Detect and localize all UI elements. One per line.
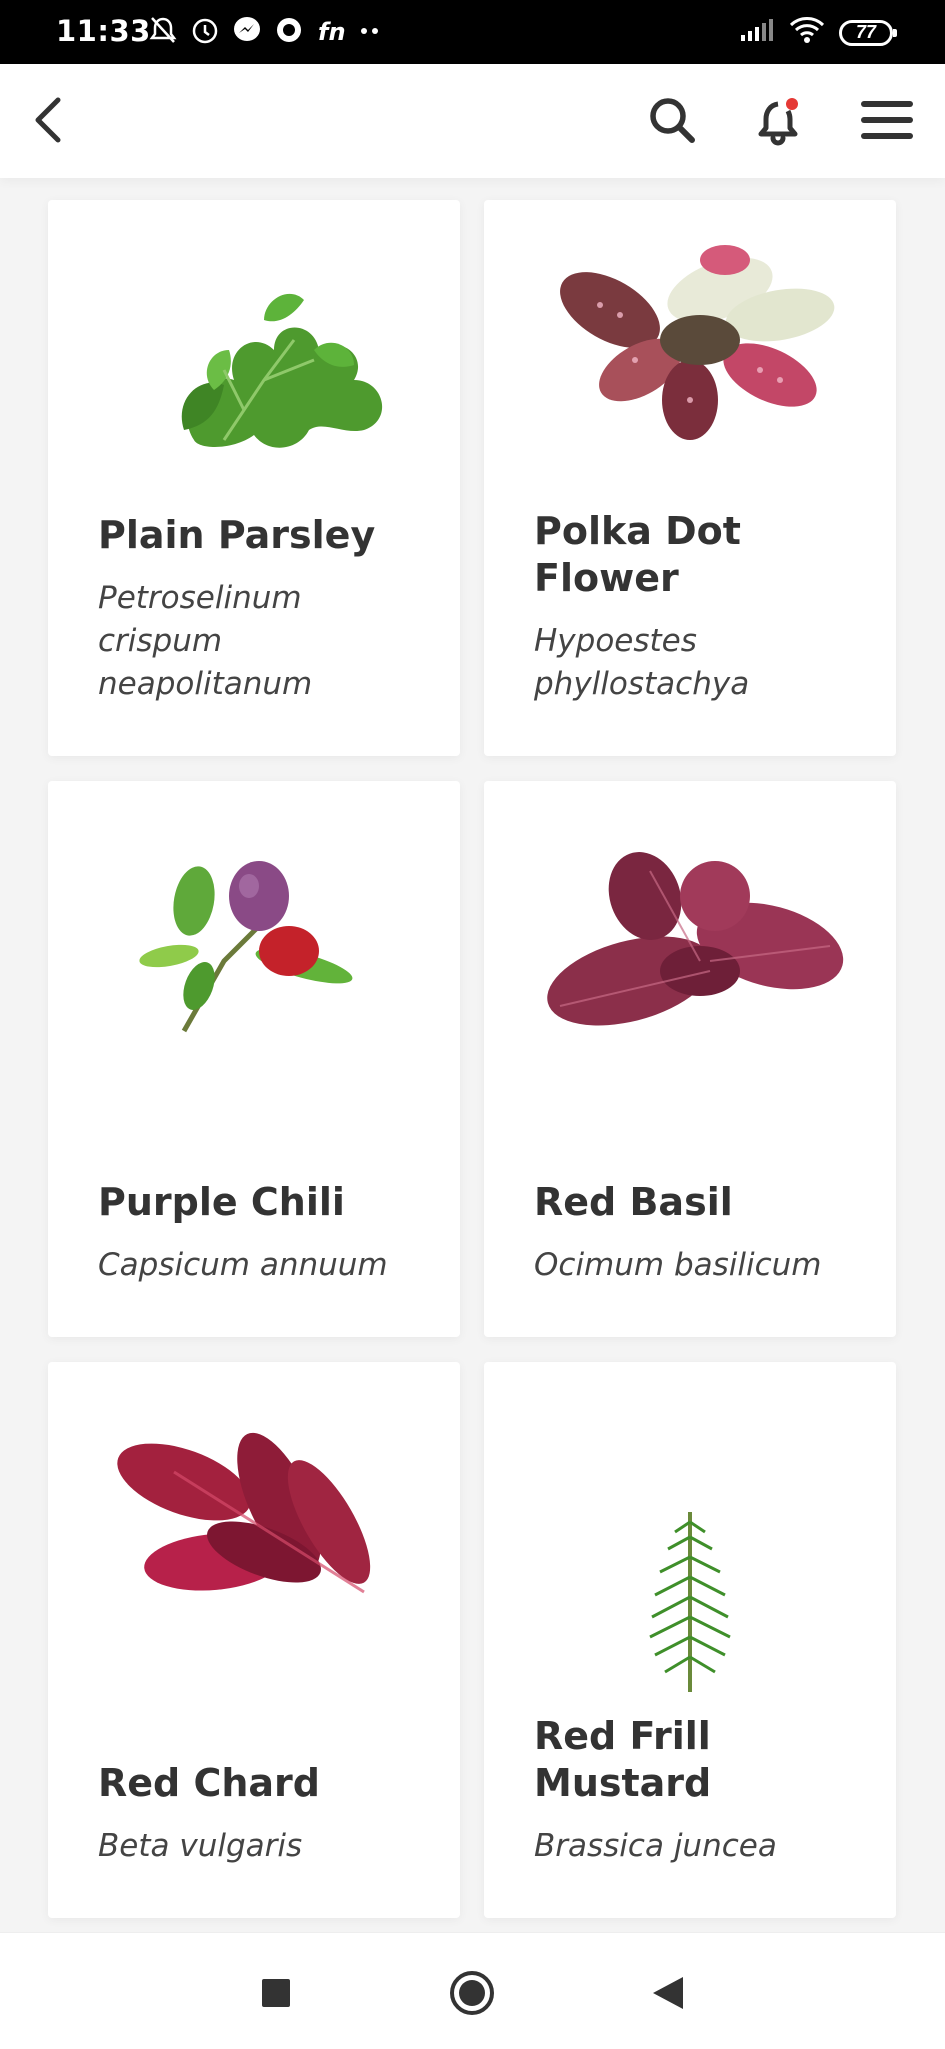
plant-name: Purple Chili [98,1180,345,1224]
plant-card-text: Red Basil Ocimum basilicum [534,1179,868,1287]
more-notifications-icon [358,14,388,46]
red-basil-image [484,781,896,1101]
plant-latin-name: Beta vulgaris [98,1828,303,1864]
sync-icon [274,14,304,46]
plant-card-plain-parsley[interactable]: Plain Parsley Petroselinum crispum neapo… [48,200,460,756]
plant-name: Polka Dot Flower [534,509,741,600]
system-back-button[interactable] [644,1969,692,2017]
parsley-image [48,200,460,520]
wifi-icon [789,16,825,49]
plant-latin-name: Capsicum annuum [98,1247,388,1283]
bell-icon [758,98,798,146]
back-button[interactable] [18,88,82,152]
plant-card-red-chard[interactable]: Red Chard Beta vulgaris [48,1362,460,1918]
plant-card-text: Red Chard Beta vulgaris [98,1760,432,1868]
svg-text:fn: fn [318,18,346,46]
notifications-button[interactable] [748,88,812,152]
recents-button[interactable] [252,1969,300,2017]
home-button[interactable] [448,1969,496,2017]
system-icons: 77 [739,16,897,49]
plant-latin-name: Hypoestes phyllostachya [534,623,750,702]
status-time: 11:33 [56,14,151,48]
hamburger-menu-icon [861,101,913,139]
notification-icons: fn [148,14,388,46]
plant-name: Red Chard [98,1761,320,1805]
plant-name: Red Basil [534,1180,733,1224]
plant-name: Red Frill Mustard [534,1714,712,1805]
alarm-icon [190,14,220,46]
polka-dot-flower-image [484,200,896,520]
plant-card-text: Red Frill Mustard Brassica juncea [534,1713,868,1868]
system-nav-bar [0,1932,945,2049]
search-icon [650,98,695,143]
plant-name: Plain Parsley [98,513,376,557]
plant-card-polka-dot-flower[interactable]: Polka Dot Flower Hypoestes phyllostachya [484,200,896,756]
plant-card-text: Purple Chili Capsicum annuum [98,1179,432,1287]
red-chard-image [48,1362,460,1682]
app-bar [0,64,945,178]
fn-app-icon: fn [316,14,346,46]
plant-card-red-frill-mustard[interactable]: Red Frill Mustard Brassica juncea [484,1362,896,1918]
messenger-icon [232,14,262,46]
status-bar: 11:33 fn 77 [0,0,945,64]
circle-icon [450,1971,494,2015]
plant-card-text: Polka Dot Flower Hypoestes phyllostachya [534,508,868,706]
plant-latin-name: Ocimum basilicum [534,1247,822,1283]
signal-icon [739,17,775,48]
plant-card-red-basil[interactable]: Red Basil Ocimum basilicum [484,781,896,1337]
chevron-left-icon [35,97,61,143]
plant-latin-name: Brassica juncea [534,1828,777,1864]
purple-chili-image [48,781,460,1101]
plant-latin-name: Petroselinum crispum neapolitanum [98,580,313,702]
mute-bell-icon [148,14,178,46]
plant-card-text: Plain Parsley Petroselinum crispum neapo… [98,512,432,706]
notification-dot [786,98,798,110]
triangle-back-icon [653,1977,683,2009]
square-icon [262,1979,290,2007]
battery-indicator: 77 [839,19,897,46]
menu-button[interactable] [855,88,919,152]
plant-card-purple-chili[interactable]: Purple Chili Capsicum annuum [48,781,460,1337]
search-button[interactable] [640,88,704,152]
